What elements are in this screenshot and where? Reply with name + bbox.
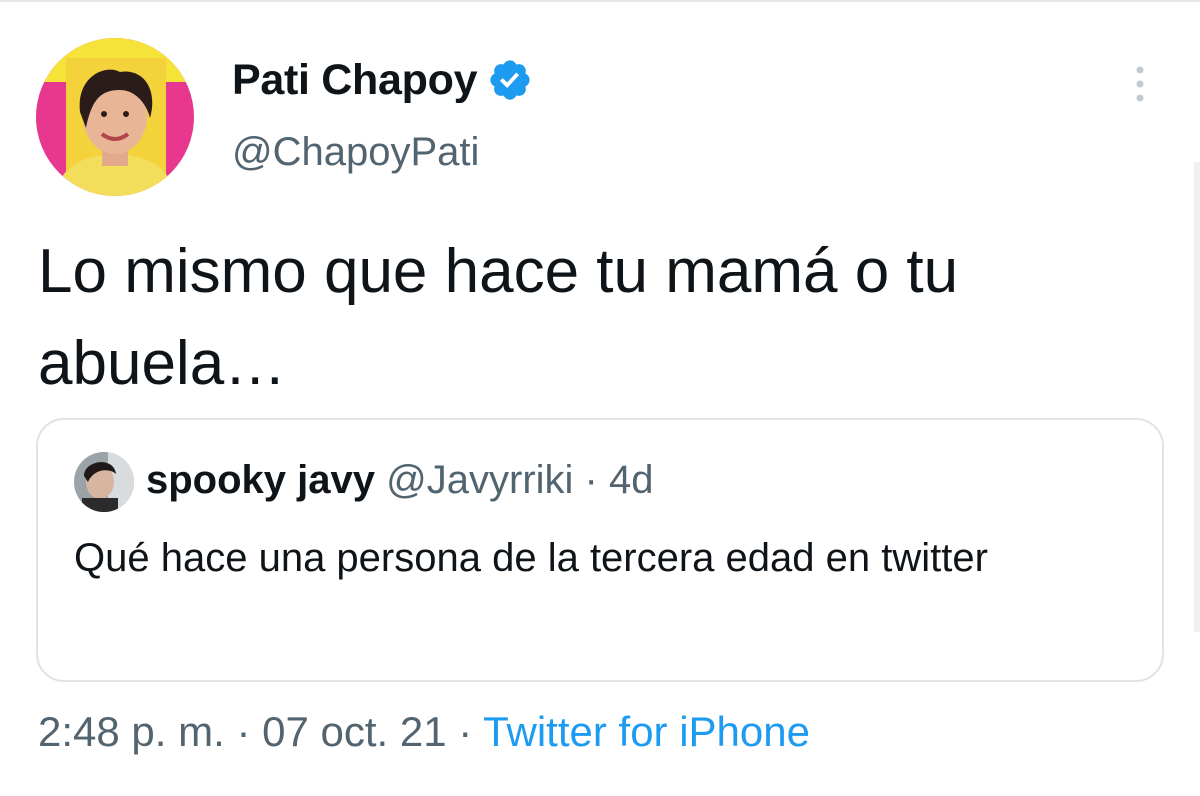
tweet-time[interactable]: 2:48 p. m. [38,708,225,755]
quoted-timestamp[interactable]: 4d [609,458,654,502]
quoted-tweet-text: Qué hace una persona de la tercera edad … [74,536,988,580]
meta-separator: · [236,708,251,755]
author-display-name[interactable]: Pati Chapoy [232,56,478,105]
quoted-tweet-header: spooky javy @Javyrriki · 4d [146,458,653,503]
author-handle[interactable]: @ChapoyPati [232,130,479,175]
tweet-date[interactable]: 07 oct. 21 [262,708,446,755]
top-divider [0,0,1200,2]
tweet-meta: 2:48 p. m. · 07 oct. 21 · Twitter for iP… [38,708,810,756]
quoted-separator: · [584,458,598,502]
scrollbar-track[interactable] [1194,162,1200,632]
quoted-display-name[interactable]: spooky javy [146,458,375,502]
author-avatar[interactable] [36,38,194,196]
quoted-author-avatar[interactable] [74,452,134,512]
quoted-handle[interactable]: @Javyrriki [386,458,573,502]
author-name-row[interactable]: Pati Chapoy [232,52,533,108]
quoted-tweet-card[interactable]: spooky javy @Javyrriki · 4d Qué hace una… [36,418,1164,682]
tweet-source-link[interactable]: Twitter for iPhone [483,708,810,755]
tweet-text: Lo mismo que hace tu mamá o tu abuela… [38,237,959,398]
more-options-icon[interactable] [1130,64,1150,104]
meta-separator: · [458,708,473,755]
verified-badge-icon [487,57,533,103]
tweet-detail: Pati Chapoy @ChapoyPati Lo mismo que hac… [0,0,1200,796]
